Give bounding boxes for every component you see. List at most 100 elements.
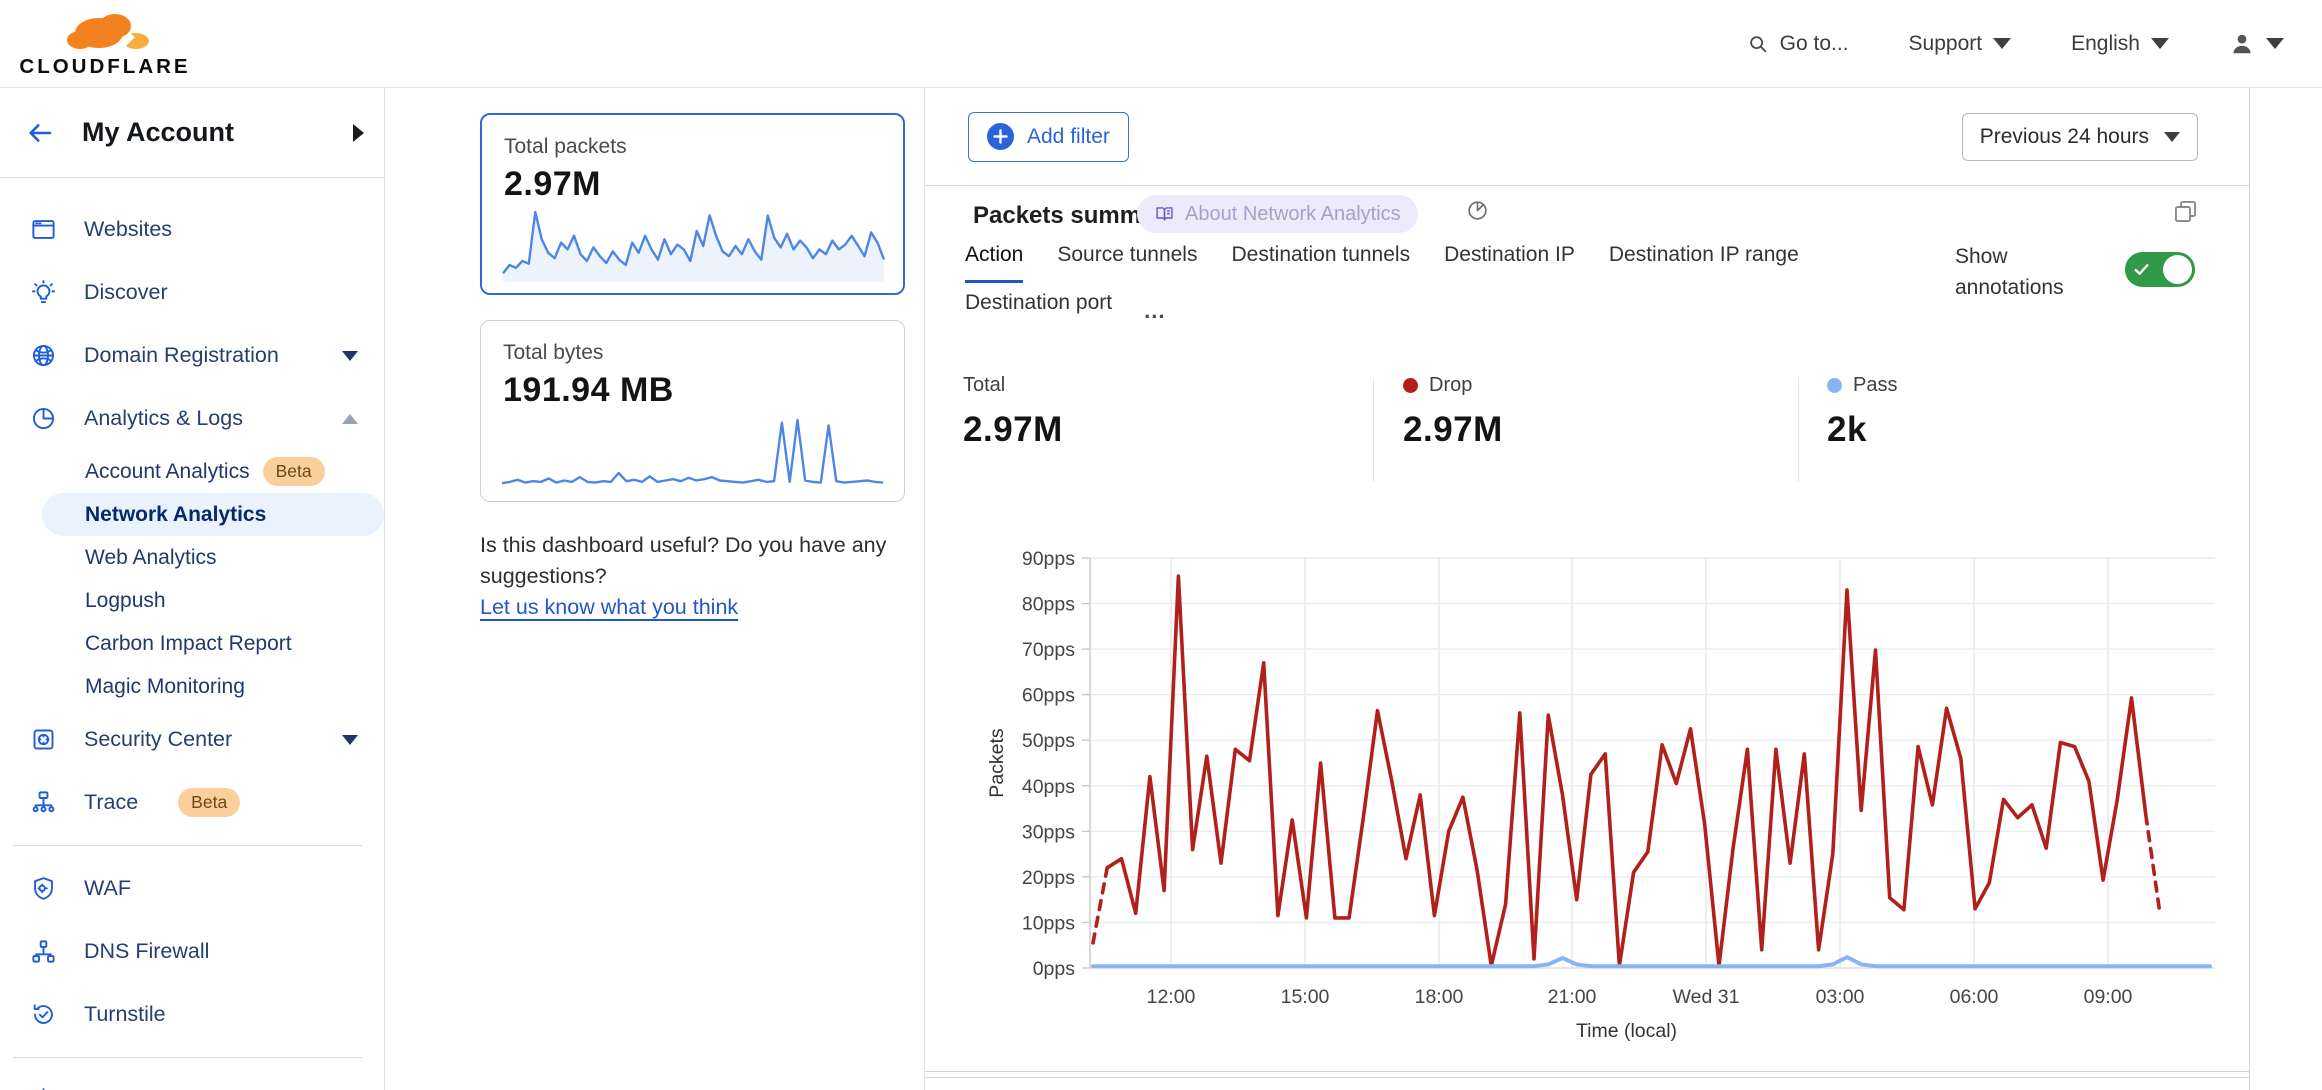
tab-action[interactable]: Action bbox=[965, 243, 1023, 283]
sidebar-item-label: Discover bbox=[84, 280, 168, 305]
sidebar-divider bbox=[13, 1057, 362, 1058]
user-icon bbox=[2229, 31, 2255, 57]
sidebar-item-web-analytics[interactable]: Web Analytics bbox=[0, 536, 384, 579]
total-bytes-value: 191.94 MB bbox=[503, 371, 904, 410]
summary-column: Total packets 2.97M Total bytes 191.94 M… bbox=[385, 88, 925, 1090]
sidebar-item-security-center[interactable]: Security Center bbox=[0, 708, 384, 771]
svg-text:90pps: 90pps bbox=[1022, 548, 1075, 570]
sidebar-item-label: Turnstile bbox=[84, 1002, 166, 1027]
sidebar-item-label: Web Analytics bbox=[85, 546, 217, 570]
duplicate-icon[interactable] bbox=[2172, 198, 2199, 225]
chevron-up-icon bbox=[342, 414, 358, 424]
show-annotations-toggle[interactable] bbox=[2125, 252, 2195, 287]
shield-gear-icon bbox=[30, 875, 57, 902]
lightbulb-icon bbox=[30, 279, 57, 306]
svg-text:18:00: 18:00 bbox=[1415, 986, 1464, 1008]
add-filter-button[interactable]: Add filter bbox=[968, 112, 1129, 162]
sidebar-item-account-analytics[interactable]: Account Analytics Beta bbox=[0, 450, 384, 493]
sidebar-item-discover[interactable]: Discover bbox=[0, 261, 384, 324]
safe-icon bbox=[30, 726, 57, 753]
stat-total: Total 2.97M bbox=[963, 374, 1063, 450]
sidebar-item-network-analytics[interactable]: Network Analytics bbox=[42, 493, 384, 536]
tabs-overflow-button[interactable]: ... bbox=[1144, 298, 1165, 324]
back-arrow-icon[interactable] bbox=[24, 119, 56, 147]
toggle-knob bbox=[2163, 255, 2192, 284]
svg-text:60pps: 60pps bbox=[1022, 685, 1075, 707]
cloudflare-wordmark: CLOUDFLARE bbox=[19, 55, 190, 79]
sidebar-item-magic-monitoring[interactable]: Magic Monitoring bbox=[0, 665, 384, 708]
packets-time-series-chart[interactable]: 0pps10pps20pps30pps40pps50pps60pps70pps8… bbox=[925, 516, 2250, 1073]
sidebar-item-label: Websites bbox=[84, 217, 172, 242]
stat-drop: Drop 2.97M bbox=[1403, 374, 1503, 450]
search-icon bbox=[1747, 33, 1769, 55]
sidebar-item-label: Magic Monitoring bbox=[85, 675, 245, 699]
feedback-link[interactable]: Let us know what you think bbox=[480, 595, 738, 619]
sidebar-item-waf[interactable]: WAF bbox=[0, 857, 384, 920]
sidebar-item-partial[interactable] bbox=[0, 1069, 384, 1090]
rotate-check-icon bbox=[30, 1001, 57, 1028]
tab-destination-ip-range[interactable]: Destination IP range bbox=[1609, 243, 1799, 283]
account-title: My Account bbox=[82, 117, 327, 148]
go-to-search[interactable]: Go to... bbox=[1747, 32, 1849, 56]
sidebar-item-carbon-impact-report[interactable]: Carbon Impact Report bbox=[0, 622, 384, 665]
total-bytes-card[interactable]: Total bytes 191.94 MB bbox=[480, 320, 905, 502]
browser-icon bbox=[30, 216, 57, 243]
cloudflare-logo[interactable]: CLOUDFLARE bbox=[22, 9, 188, 79]
svg-text:Time (local): Time (local) bbox=[1576, 1020, 1677, 1042]
sidebar-divider bbox=[13, 845, 362, 846]
next-panel-edge bbox=[925, 1077, 2249, 1090]
sidebar-item-label: Domain Registration bbox=[84, 343, 279, 368]
tab-destination-tunnels[interactable]: Destination tunnels bbox=[1231, 243, 1410, 283]
tab-destination-port[interactable]: Destination port bbox=[965, 291, 1112, 331]
svg-text:15:00: 15:00 bbox=[1281, 986, 1330, 1008]
sidebar-item-label: Trace bbox=[84, 790, 138, 815]
stat-drop-label: Drop bbox=[1429, 374, 1472, 397]
total-bytes-label: Total bytes bbox=[503, 341, 904, 365]
total-packets-label: Total packets bbox=[504, 135, 903, 159]
show-annotations-label: Show annotations bbox=[1955, 241, 2115, 303]
sidebar-item-domain-registration[interactable]: Domain Registration bbox=[0, 324, 384, 387]
chevron-right-icon[interactable] bbox=[353, 124, 364, 142]
tab-source-tunnels[interactable]: Source tunnels bbox=[1057, 243, 1197, 283]
packets-summary-panel: Packets summary About Network Analytics … bbox=[925, 185, 2249, 1072]
chevron-down-icon bbox=[2164, 132, 2180, 142]
svg-text:03:00: 03:00 bbox=[1816, 986, 1865, 1008]
svg-text:20pps: 20pps bbox=[1022, 867, 1075, 889]
time-range-label: Previous 24 hours bbox=[1980, 125, 2149, 149]
top-nav-bar: CLOUDFLARE Go to... Support English bbox=[0, 0, 2322, 88]
svg-text:30pps: 30pps bbox=[1022, 821, 1075, 843]
hierarchy-icon bbox=[30, 938, 57, 965]
account-menu[interactable] bbox=[2229, 31, 2284, 57]
sidebar-item-label: Analytics & Logs bbox=[84, 406, 243, 431]
sidebar-item-label: Network Analytics bbox=[85, 503, 266, 527]
about-network-analytics-badge[interactable]: About Network Analytics bbox=[1137, 195, 1418, 233]
total-packets-card[interactable]: Total packets 2.97M bbox=[480, 113, 905, 295]
pass-legend-dot bbox=[1827, 378, 1842, 393]
sidebar-item-websites[interactable]: Websites bbox=[0, 198, 384, 261]
stat-pass: Pass 2k bbox=[1827, 374, 1897, 450]
svg-text:70pps: 70pps bbox=[1022, 639, 1075, 661]
support-menu[interactable]: Support bbox=[1909, 32, 2012, 56]
sidebar-item-analytics-logs[interactable]: Analytics & Logs bbox=[0, 387, 384, 450]
time-pie-icon[interactable] bbox=[1465, 198, 1490, 223]
language-menu[interactable]: English bbox=[2071, 32, 2169, 56]
book-icon bbox=[1154, 204, 1175, 225]
sidebar-item-dns-firewall[interactable]: DNS Firewall bbox=[0, 920, 384, 983]
svg-text:09:00: 09:00 bbox=[2084, 986, 2133, 1008]
tab-destination-ip[interactable]: Destination IP bbox=[1444, 243, 1575, 283]
svg-text:12:00: 12:00 bbox=[1147, 986, 1196, 1008]
pie-chart-icon bbox=[30, 405, 57, 432]
chevron-down-icon bbox=[1993, 38, 2011, 49]
sidebar-item-turnstile[interactable]: Turnstile bbox=[0, 983, 384, 1046]
stat-total-label: Total bbox=[963, 374, 1005, 397]
sidebar-item-label: Security Center bbox=[84, 727, 232, 752]
time-range-dropdown[interactable]: Previous 24 hours bbox=[1962, 113, 2198, 161]
sidebar-item-trace[interactable]: Trace Beta bbox=[0, 771, 384, 834]
globe-icon bbox=[30, 342, 57, 369]
sidebar-item-logpush[interactable]: Logpush bbox=[0, 579, 384, 622]
go-to-label: Go to... bbox=[1780, 32, 1849, 56]
cloudflare-cloud-icon bbox=[53, 9, 157, 55]
chevron-down-icon bbox=[2266, 38, 2284, 49]
svg-text:06:00: 06:00 bbox=[1950, 986, 1999, 1008]
chevron-down-icon bbox=[342, 351, 358, 361]
